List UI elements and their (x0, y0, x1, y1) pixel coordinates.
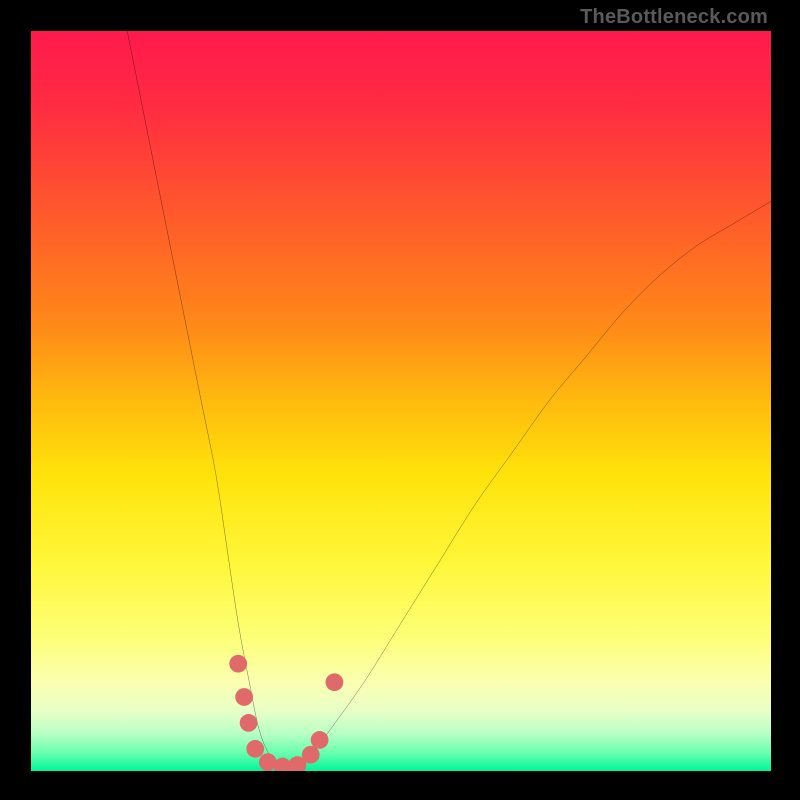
data-marker (229, 655, 247, 673)
data-marker (302, 746, 320, 764)
data-marker (246, 740, 264, 758)
data-marker (235, 688, 253, 706)
data-marker (326, 673, 344, 691)
data-marker (240, 714, 258, 732)
watermark-text: TheBottleneck.com (580, 6, 768, 29)
data-marker (311, 731, 329, 749)
